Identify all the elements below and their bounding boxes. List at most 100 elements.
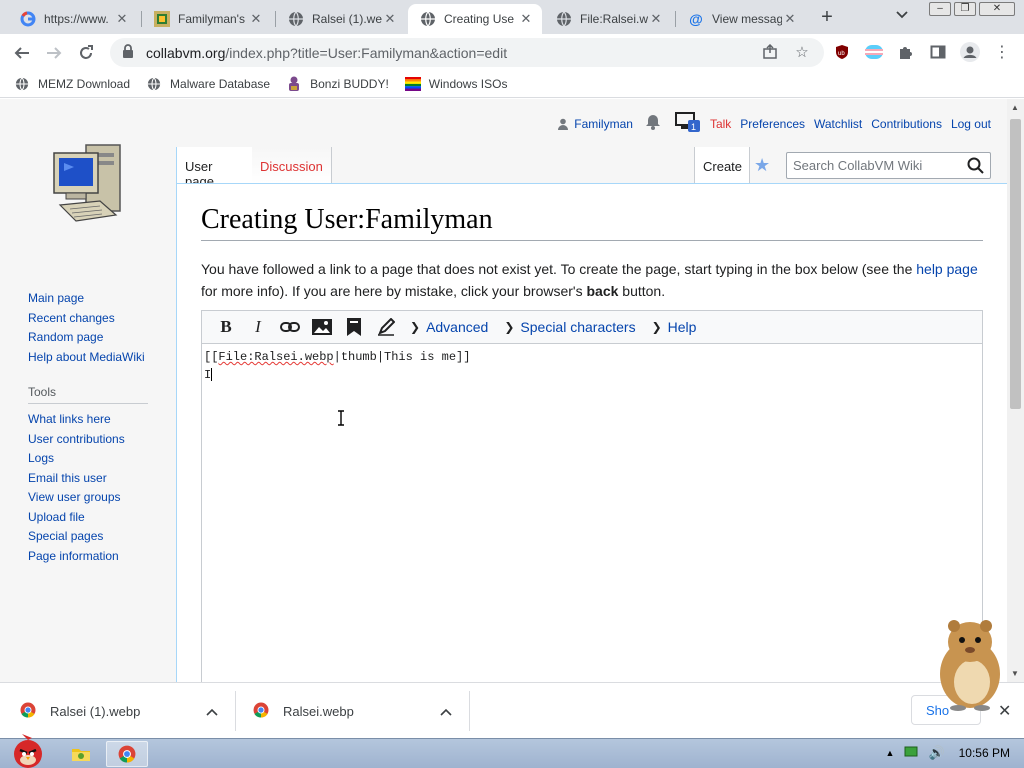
bold-button[interactable]: B [210, 313, 242, 341]
special-characters-toggle[interactable]: ❯ Special characters [504, 319, 635, 335]
wiki-logo-computer[interactable] [50, 139, 130, 229]
chevron-up-icon[interactable] [440, 704, 452, 719]
close-tab-icon[interactable]: ✕ [648, 11, 664, 27]
clock[interactable]: 10:56 PM [959, 746, 1010, 760]
hamster-desktop-pet[interactable] [930, 612, 1010, 712]
editor-toolbar: B I ❯ Advanced ❯ Special characters ❯ Help [202, 311, 982, 344]
nav-random-page[interactable]: Random page [28, 328, 168, 348]
user-link[interactable]: Familyman [557, 117, 633, 131]
bookmark-malware-database[interactable]: Malware Database [146, 76, 270, 92]
bookmark-bonzi-buddy[interactable]: Bonzi BUDDY! [286, 76, 389, 92]
watch-star-icon[interactable]: ★ [754, 155, 770, 176]
trans-flag-extension-icon[interactable] [864, 42, 884, 62]
intro-bold: back [586, 283, 619, 299]
close-tab-icon[interactable]: ✕ [248, 11, 264, 27]
talk-link[interactable]: Talk [710, 117, 731, 131]
tool-email-user[interactable]: Email this user [28, 469, 168, 489]
edit-textarea[interactable]: [[File:Ralsei.webp|thumb|This is me]] I [202, 344, 982, 388]
tab-file-ralsei[interactable]: File:Ralsei.we ✕ [544, 4, 672, 34]
main-content: Creating User:Familyman You have followe… [176, 183, 1007, 682]
help-page-link[interactable]: help page [916, 261, 978, 277]
scrollbar-thumb[interactable] [1010, 119, 1021, 409]
ublock-icon[interactable]: ub [832, 42, 852, 62]
bookmark-label: Bonzi BUDDY! [310, 77, 389, 91]
help-toggle[interactable]: ❯ Help [652, 319, 697, 335]
restore-button[interactable]: ❐ [954, 2, 976, 16]
more-menu-icon[interactable]: ⋮ [992, 42, 1012, 62]
address-bar[interactable]: collabvm.org/index.php?title=User:Family… [110, 38, 824, 67]
bell-icon[interactable] [645, 114, 661, 133]
signature-pencil-icon[interactable] [370, 313, 402, 341]
tool-what-links-here[interactable]: What links here [28, 410, 168, 430]
reload-icon [80, 44, 93, 59]
preferences-link[interactable]: Preferences [740, 117, 805, 131]
back-button[interactable] [6, 37, 38, 69]
tab-user-page[interactable]: User page [176, 147, 252, 189]
tab-search-chevron-icon[interactable] [896, 8, 908, 22]
close-tab-icon[interactable]: ✕ [518, 11, 534, 27]
bookmark-memz[interactable]: MEMZ Download [14, 76, 130, 92]
chevron-up-icon[interactable] [206, 704, 218, 719]
close-window-button[interactable]: ✕ [979, 2, 1015, 16]
lock-icon[interactable] [122, 44, 136, 61]
bonzi-icon [286, 76, 302, 92]
tool-user-contributions[interactable]: User contributions [28, 430, 168, 450]
image-icon[interactable] [306, 313, 338, 341]
tab-view-messages[interactable]: @ View messag ✕ [676, 4, 806, 34]
watchlist-link[interactable]: Watchlist [814, 117, 862, 131]
explorer-folder-icon[interactable] [64, 741, 98, 767]
tab-title: Ralsei (1).wel [312, 12, 382, 26]
close-tab-icon[interactable]: ✕ [382, 11, 398, 27]
nav-recent-changes[interactable]: Recent changes [28, 309, 168, 329]
tool-page-information[interactable]: Page information [28, 547, 168, 567]
tool-upload-file[interactable]: Upload file [28, 508, 168, 528]
tab-discussion[interactable]: Discussion [252, 147, 332, 183]
minimize-button[interactable]: – [929, 2, 951, 16]
text-caret [211, 368, 213, 382]
notices-tray-icon[interactable]: 1 [674, 111, 701, 136]
tray-expand-icon[interactable]: ▲ [886, 748, 895, 758]
logout-link[interactable]: Log out [951, 117, 991, 131]
tool-logs[interactable]: Logs [28, 449, 168, 469]
personal-tools: Familyman 1 Talk Preferences Watchlist C… [557, 111, 991, 136]
tab-familyman[interactable]: Familyman's ✕ [142, 4, 272, 34]
close-tab-icon[interactable]: ✕ [114, 11, 130, 27]
network-icon[interactable] [904, 746, 918, 761]
reload-button[interactable] [70, 37, 102, 69]
bookmark-star-icon[interactable]: ☆ [792, 42, 812, 62]
forward-arrow-icon [47, 46, 62, 59]
contributions-link[interactable]: Contributions [871, 117, 942, 131]
globe-icon [14, 76, 30, 92]
tab-creating-user[interactable]: Creating Use ✕ [408, 4, 542, 34]
search-icon[interactable] [967, 157, 984, 177]
editor-line: [[File:Ralsei.webp|thumb|This is me]] [204, 350, 471, 364]
tab-ralsei-1[interactable]: Ralsei (1).wel ✕ [276, 4, 406, 34]
new-tab-button[interactable]: + [815, 6, 839, 30]
tab-create[interactable]: Create [694, 147, 750, 183]
italic-button[interactable]: I [242, 313, 274, 341]
forward-button[interactable] [38, 37, 70, 69]
nav-main-page[interactable]: Main page [28, 289, 168, 309]
chrome-taskbar-button[interactable] [106, 741, 148, 767]
extensions-puzzle-icon[interactable] [896, 42, 916, 62]
url-path: /index.php?title=User:Familyman&action=e… [225, 44, 508, 61]
scroll-up-arrow-icon: ▲ [1011, 103, 1019, 112]
side-panel-icon[interactable] [928, 42, 948, 62]
chrome-icon [253, 702, 269, 721]
page-scrollbar[interactable]: ▲ ▼ [1007, 99, 1024, 682]
profile-avatar-icon[interactable] [960, 42, 980, 62]
tab-google[interactable]: https://www. ✕ [8, 4, 138, 34]
speaker-icon[interactable]: 🔊 [928, 745, 944, 761]
share-icon[interactable] [760, 42, 780, 62]
advanced-toggle[interactable]: ❯ Advanced [410, 319, 488, 335]
nav-help[interactable]: Help about MediaWiki [28, 348, 168, 368]
start-button[interactable] [2, 731, 52, 768]
bookmark-windows-isos[interactable]: Windows ISOs [404, 76, 507, 92]
tool-special-pages[interactable]: Special pages [28, 527, 168, 547]
tool-view-user-groups[interactable]: View user groups [28, 488, 168, 508]
close-tab-icon[interactable]: ✕ [782, 11, 798, 27]
search-input[interactable]: Search CollabVM Wiki [786, 152, 991, 179]
reference-icon[interactable] [338, 313, 370, 341]
download-item[interactable]: Ralsei.webp [236, 683, 470, 739]
link-icon[interactable] [274, 313, 306, 341]
